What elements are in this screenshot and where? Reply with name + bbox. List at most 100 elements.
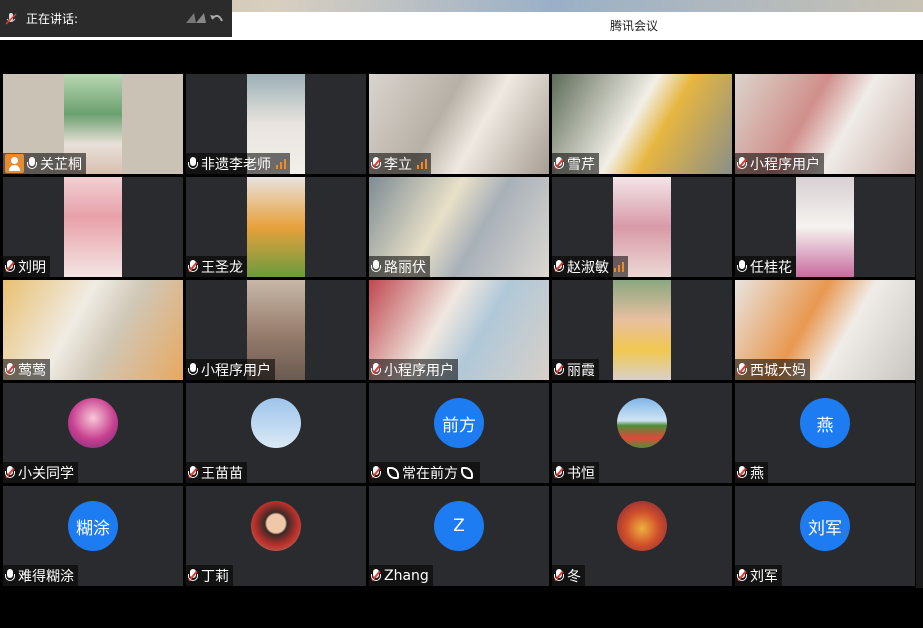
mic-muted-icon	[737, 362, 747, 377]
participant-nametag: 李立	[369, 153, 431, 174]
participant-tile[interactable]: 刘军 刘军	[735, 486, 915, 586]
participant-name: 非遗李老师	[201, 156, 271, 173]
participant-nametag: 丁莉	[186, 565, 233, 586]
participant-name: 小程序用户	[750, 156, 820, 173]
participant-tile[interactable]: 关芷桐	[3, 74, 183, 174]
participant-tile[interactable]: 西城大妈	[735, 280, 915, 380]
undo-arrows-icon[interactable]	[182, 9, 226, 29]
mic-muted-icon	[737, 465, 747, 480]
participant-nametag: 莺莺	[3, 359, 50, 380]
mic-muted-icon	[554, 362, 564, 377]
mic-icon	[371, 259, 381, 274]
mic-icon	[27, 156, 37, 171]
participant-name: 丁莉	[201, 568, 229, 585]
mic-muted-icon	[371, 568, 381, 583]
participant-tile[interactable]: 莺莺	[3, 280, 183, 380]
mic-icon	[188, 362, 198, 377]
participant-tile[interactable]: Z Zhang	[369, 486, 549, 586]
field-photo-avatar-icon	[617, 398, 667, 448]
avatar: 前方	[434, 398, 484, 448]
participant-tile[interactable]: 李立	[369, 74, 549, 174]
participant-tile[interactable]: 路丽伏	[369, 177, 549, 277]
mic-muted-icon	[5, 362, 15, 377]
participant-tile[interactable]: 书恒	[552, 383, 732, 483]
signal-strength-icon	[614, 261, 624, 272]
host-icon	[5, 154, 24, 173]
participant-name: 莺莺	[18, 362, 46, 379]
participant-tile[interactable]: 小程序用户	[735, 74, 915, 174]
mic-muted-icon	[737, 568, 747, 583]
participant-tile[interactable]: 前方常在前方	[369, 383, 549, 483]
video-feed	[247, 177, 305, 277]
participant-name: 燕	[750, 465, 764, 482]
participant-nametag: 难得糊涂	[3, 565, 78, 586]
participant-nametag: 小程序用户	[186, 359, 275, 380]
participant-nametag: 丽霞	[552, 359, 599, 380]
phone-icon	[387, 466, 399, 479]
participant-name: 小关同学	[18, 465, 74, 482]
mic-muted-icon	[5, 465, 15, 480]
participant-nametag: 路丽伏	[369, 256, 430, 277]
participant-name: 王圣龙	[201, 259, 243, 276]
bottom-toolbar-area	[0, 588, 923, 628]
participant-tile[interactable]: 雪芹	[552, 74, 732, 174]
participant-nametag: 小程序用户	[735, 153, 824, 174]
participant-nametag: 王苗苗	[186, 462, 247, 483]
mic-muted-icon	[188, 259, 198, 274]
participant-name: 赵淑敏	[567, 259, 609, 276]
mic-muted-icon	[371, 362, 381, 377]
window-title: 腾讯会议	[610, 19, 659, 33]
mic-muted-icon	[554, 465, 564, 480]
participant-name: 丽霞	[567, 362, 595, 379]
participant-tile[interactable]: 糊涂难得糊涂	[3, 486, 183, 586]
participant-tile[interactable]: 丽霞	[552, 280, 732, 380]
phone-icon	[461, 466, 473, 479]
mic-muted-icon	[4, 12, 18, 26]
mic-muted-icon	[554, 156, 564, 171]
participant-tile[interactable]: 丁莉	[186, 486, 366, 586]
participant-name: 雪芹	[567, 156, 595, 173]
speaking-indicator-bar: 正在讲话:	[0, 0, 232, 37]
participant-name: 难得糊涂	[18, 568, 74, 585]
participant-nametag: 小程序用户	[369, 359, 458, 380]
participant-tile[interactable]: 非遗李老师	[186, 74, 366, 174]
participant-nametag: 刘军	[735, 565, 782, 586]
participant-name: 王苗苗	[201, 465, 243, 482]
participant-tile[interactable]: 刘明	[3, 177, 183, 277]
speaking-label: 正在讲话:	[26, 12, 79, 26]
participant-name: 李立	[384, 156, 412, 173]
participant-nametag: 燕	[735, 462, 768, 483]
participant-tile[interactable]: 小程序用户	[369, 280, 549, 380]
avatar: 刘军	[800, 501, 850, 551]
participant-tile[interactable]: 小程序用户	[186, 280, 366, 380]
participant-tile[interactable]: 王苗苗	[186, 383, 366, 483]
participant-tile[interactable]: 任桂花	[735, 177, 915, 277]
participant-nametag: 雪芹	[552, 153, 599, 174]
participant-tile[interactable]: 王圣龙	[186, 177, 366, 277]
mic-muted-icon	[554, 568, 564, 583]
participant-nametag: 冬	[552, 565, 585, 586]
participant-tile[interactable]: 冬	[552, 486, 732, 586]
mic-muted-icon	[188, 568, 198, 583]
participant-name: 刘明	[18, 259, 46, 276]
participant-tile[interactable]: 小关同学	[3, 383, 183, 483]
participant-name: 刘军	[750, 568, 778, 585]
participant-tile[interactable]: 赵淑敏	[552, 177, 732, 277]
dragon-avatar-icon	[617, 501, 667, 551]
mic-muted-icon	[737, 156, 747, 171]
participant-name: 关芷桐	[40, 156, 82, 173]
avatar: 糊涂	[68, 501, 118, 551]
participant-nametag: 刘明	[3, 256, 50, 277]
participant-nametag: 王圣龙	[186, 256, 247, 277]
avatar: 燕	[800, 398, 850, 448]
participant-name: 西城大妈	[750, 362, 806, 379]
participant-nametag: 常在前方	[369, 462, 480, 483]
top-toolbar-area	[0, 40, 923, 74]
video-feed	[613, 280, 671, 380]
person-photo-avatar-icon	[251, 501, 301, 551]
participant-name: 小程序用户	[384, 362, 454, 379]
participant-tile[interactable]: 燕燕	[735, 383, 915, 483]
signal-strength-icon	[417, 158, 427, 169]
participant-name: 冬	[567, 568, 581, 585]
participant-nametag: Zhang	[369, 565, 433, 586]
